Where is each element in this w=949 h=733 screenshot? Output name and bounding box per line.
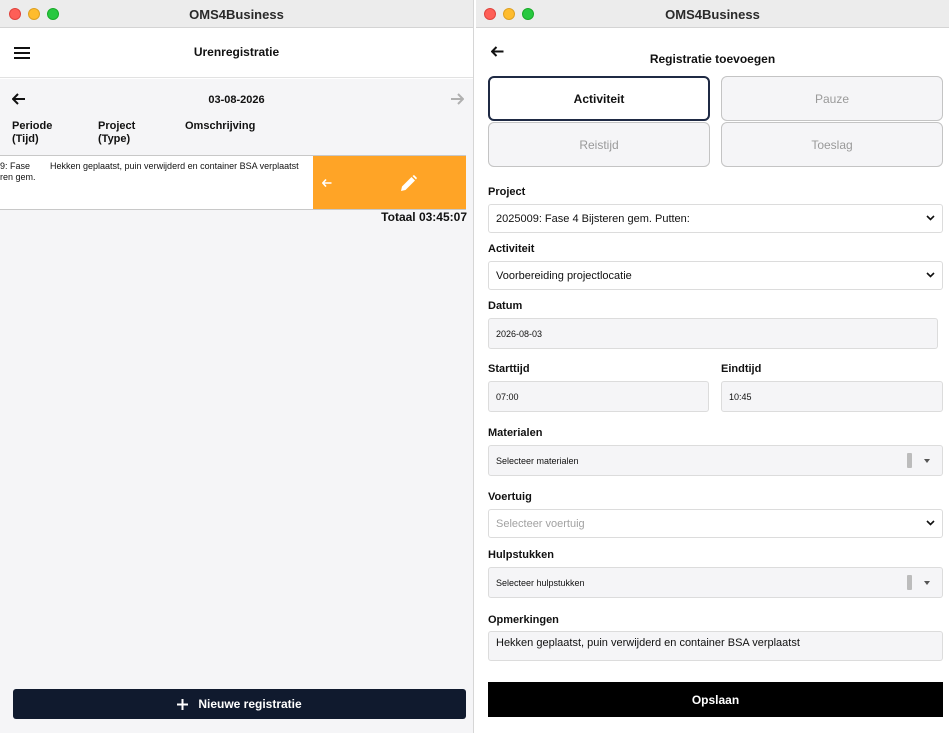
column-header-project: Project (Type) — [98, 120, 136, 145]
new-registration-label: Nieuwe registratie — [198, 697, 302, 711]
project-select[interactable]: 2025009: Fase 4 Bijsteren gem. Putten: — [488, 204, 943, 233]
date-input[interactable]: 2026-08-03 — [488, 318, 938, 349]
project-label: Project — [488, 186, 526, 198]
page-title: Urenregistratie — [193, 45, 280, 59]
activity-select[interactable]: Voorbereiding projectlocatie — [488, 261, 943, 290]
end-time-value: 10:45 — [729, 391, 752, 402]
remarks-textarea[interactable]: Hekken geplaatst, puin verwijderd en con… — [488, 631, 943, 661]
materials-placeholder: Selecteer materialen — [496, 455, 579, 466]
attachments-placeholder: Selecteer hulpstukken — [496, 577, 585, 588]
vehicle-placeholder: Selecteer voertuig — [496, 517, 585, 530]
save-button[interactable]: Opslaan — [488, 682, 943, 717]
current-date: 03-08-2026 — [208, 94, 265, 106]
titlebar: OMS4Business — [0, 0, 473, 28]
entry-project: 9: Fase ren gem. — [0, 161, 36, 182]
pencil-icon — [400, 174, 417, 191]
tab-activiteit[interactable]: Activiteit — [488, 76, 710, 121]
tab-pauze[interactable]: Pauze — [721, 76, 943, 121]
app-bar: Registratie toevoegen — [476, 28, 949, 78]
start-time-value: 07:00 — [496, 391, 519, 402]
project-value: 2025009: Fase 4 Bijsteren gem. Putten: — [496, 212, 690, 225]
chevron-down-icon — [926, 272, 935, 278]
plus-icon — [177, 698, 189, 710]
arrow-left-icon — [322, 178, 332, 187]
swipe-actions — [313, 156, 466, 209]
page-title: Registratie toevoegen — [649, 52, 776, 66]
date-navigation: 03-08-2026 — [0, 79, 473, 119]
end-time-label: Eindtijd — [721, 363, 762, 375]
chevron-down-icon — [926, 520, 935, 526]
registration-row[interactable]: 9: Fase ren gem. Hekken geplaatst, puin … — [0, 155, 466, 210]
start-time-input[interactable]: 07:00 — [488, 381, 709, 412]
column-header-periode: Periode (Tijd) — [12, 120, 53, 145]
scroll-handle — [907, 575, 912, 590]
start-time-label: Starttijd — [488, 363, 530, 375]
attachments-multiselect[interactable]: Selecteer hulpstukken — [488, 567, 943, 598]
swipe-back-button[interactable] — [313, 156, 341, 209]
caret-down-icon — [924, 459, 930, 463]
column-header-omschrijving: Omschrijving — [185, 120, 256, 132]
activity-label: Activiteit — [488, 243, 535, 255]
materials-multiselect[interactable]: Selecteer materialen — [488, 445, 943, 476]
end-time-input[interactable]: 10:45 — [721, 381, 943, 412]
attachments-label: Hulpstukken — [488, 549, 555, 561]
date-value: 2026-08-03 — [496, 328, 543, 339]
registratie-toevoegen-window: OMS4Business Registratie toevoegen Activ… — [476, 0, 949, 733]
remarks-label: Opmerkingen — [488, 614, 559, 626]
new-registration-button[interactable]: Nieuwe registratie — [13, 689, 466, 719]
chevron-down-icon — [926, 215, 935, 221]
arrow-right-icon — [451, 93, 464, 105]
window-title: OMS4Business — [189, 7, 284, 22]
urenregistratie-window: OMS4Business Urenregistratie 03-08-2026 … — [0, 0, 474, 733]
tab-reistijd[interactable]: Reistijd — [488, 122, 710, 167]
materials-label: Materialen — [488, 427, 543, 439]
vehicle-label: Voertuig — [488, 491, 532, 503]
activity-value: Voorbereiding projectlocatie — [496, 269, 632, 282]
caret-down-icon — [924, 581, 930, 585]
tab-toeslag[interactable]: Toeslag — [721, 122, 943, 167]
total-hours: Totaal 03:45:07 — [381, 210, 467, 224]
window-title: OMS4Business — [665, 7, 760, 22]
edit-button[interactable] — [393, 168, 423, 198]
entry-description: Hekken geplaatst, puin verwijderd en con… — [50, 161, 299, 171]
registration-list: 03-08-2026 Periode (Tijd) Project (Type)… — [0, 79, 473, 733]
scroll-handle — [907, 453, 912, 468]
app-bar: Urenregistratie — [0, 28, 473, 78]
next-day-button[interactable] — [448, 91, 466, 107]
date-label: Datum — [488, 300, 523, 312]
vehicle-select[interactable]: Selecteer voertuig — [488, 509, 943, 538]
titlebar: OMS4Business — [476, 0, 949, 28]
